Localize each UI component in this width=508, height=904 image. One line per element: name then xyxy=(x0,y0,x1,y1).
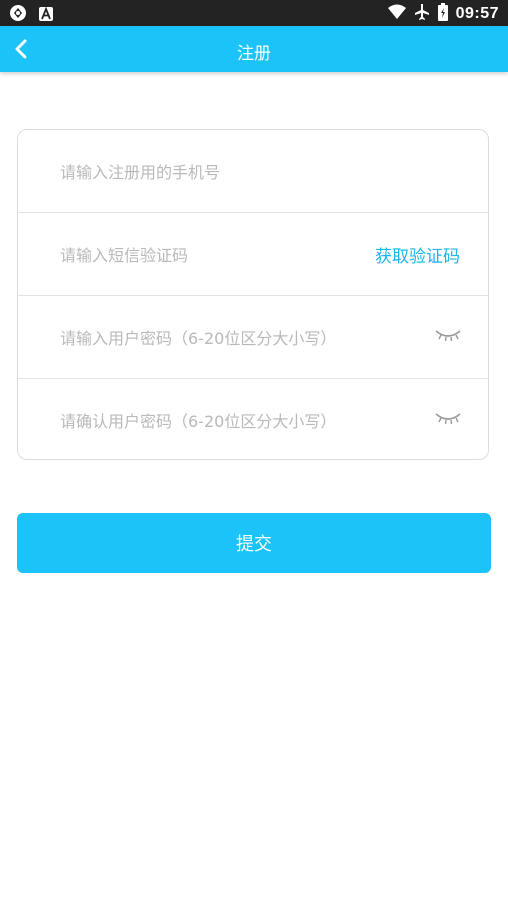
status-bar: 09:57 xyxy=(0,0,508,26)
get-code-button[interactable]: 获取验证码 xyxy=(375,242,460,267)
airplane-icon xyxy=(414,3,430,25)
notification-a-icon xyxy=(39,6,53,25)
app-bar: 注册 xyxy=(0,26,508,72)
password-row xyxy=(18,296,488,379)
sms-code-row: 获取验证码 xyxy=(18,213,488,296)
confirm-password-row xyxy=(18,379,488,459)
page-title: 注册 xyxy=(237,44,271,64)
eye-closed-icon[interactable] xyxy=(434,410,462,428)
register-form: 获取验证码 xyxy=(17,129,489,460)
password-input[interactable] xyxy=(60,326,390,350)
status-time: 09:57 xyxy=(455,5,499,22)
sms-code-input[interactable] xyxy=(60,243,340,267)
confirm-password-input[interactable] xyxy=(60,409,390,433)
eye-closed-icon[interactable] xyxy=(434,327,462,345)
phone-row xyxy=(18,130,488,213)
phone-input[interactable] xyxy=(60,160,390,184)
submit-button[interactable]: 提交 xyxy=(17,513,491,573)
wifi-icon xyxy=(387,4,406,24)
battery-icon xyxy=(437,3,448,25)
sync-icon xyxy=(9,4,27,26)
